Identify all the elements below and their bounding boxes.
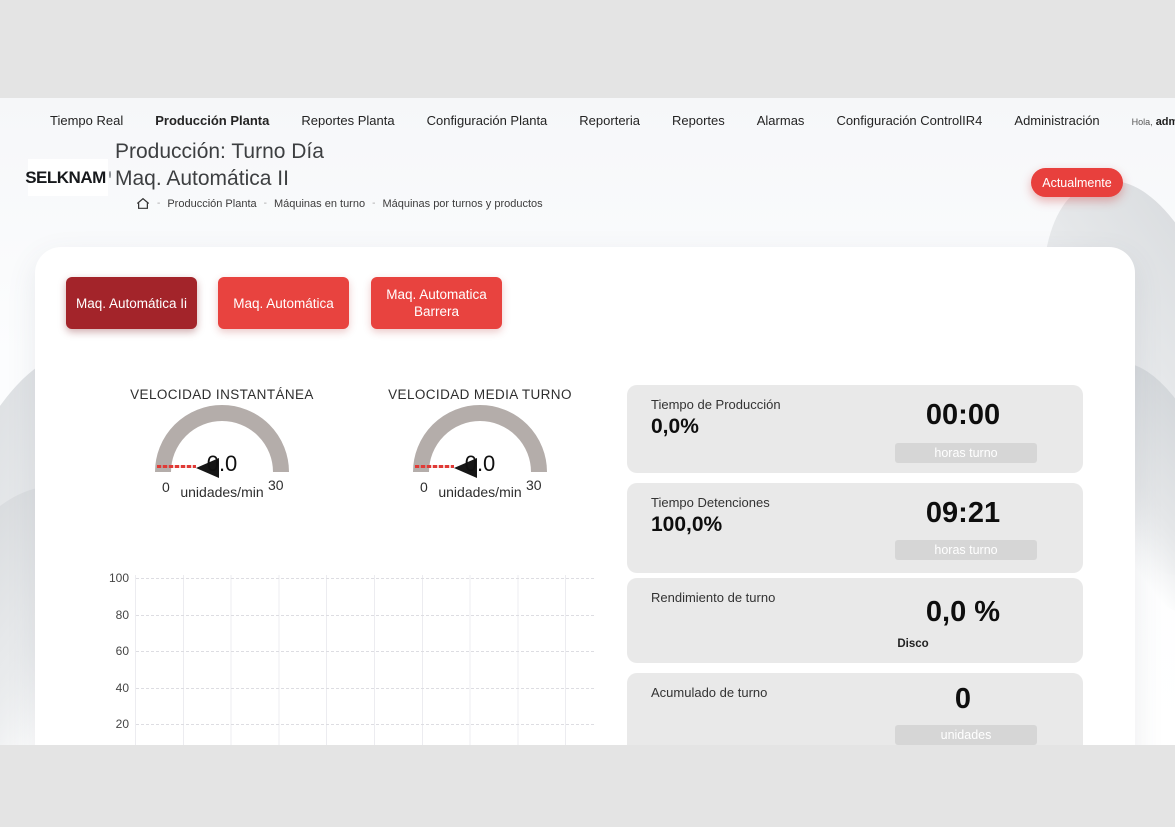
machine-tab-automatica[interactable]: Maq. Automática xyxy=(218,277,349,329)
stat-percent: 100,0% xyxy=(651,513,722,537)
screenshot-stage: Tiempo Real Producción Planta Reportes P… xyxy=(0,0,1175,827)
nav-item-reporteria[interactable]: Reporteria xyxy=(579,113,640,128)
gauge-velocidad-instantanea: VELOCIDAD INSTANTÁNEA 0.0 0 30 unidades/… xyxy=(112,387,332,505)
logo-text: SELKNAM xyxy=(25,168,106,188)
stat-label: Acumulado de turno xyxy=(651,685,767,700)
breadcrumb-produccion-planta[interactable]: Producción Planta xyxy=(167,198,256,210)
stat-sub-label: Disco xyxy=(863,638,963,650)
page-title-line1: Producción: Turno Día xyxy=(115,138,324,165)
chart-ytick-40: 40 xyxy=(93,681,129,695)
stat-card-tiempo-detenciones: Tiempo Detenciones 100,0% 09:21 horas tu… xyxy=(627,483,1083,573)
stat-label: Tiempo de Producción xyxy=(651,397,781,412)
nav-item-configuracion-controlir4[interactable]: Configuración ControlIR4 xyxy=(836,113,982,128)
home-icon[interactable] xyxy=(136,197,150,210)
chart-gridline xyxy=(136,688,594,689)
production-chart-plot-area xyxy=(135,575,594,745)
chart-gridline xyxy=(136,651,594,652)
breadcrumb: - Producción Planta - Máquinas en turno … xyxy=(136,197,543,210)
stat-value: 00:00 xyxy=(863,399,1063,432)
machine-tab-automatica-barrera[interactable]: Maq. Automatica Barrera xyxy=(371,277,502,329)
nav-item-alarmas[interactable]: Alarmas xyxy=(757,113,805,128)
chart-ytick-20: 20 xyxy=(93,717,129,731)
nav-item-produccion-planta[interactable]: Producción Planta xyxy=(155,113,269,128)
breadcrumb-separator: - xyxy=(157,198,160,209)
gauge-value: 0.0 xyxy=(112,451,332,477)
nav-item-tiempo-real[interactable]: Tiempo Real xyxy=(50,113,123,128)
chart-ytick-100: 100 xyxy=(93,571,129,585)
nav-item-reportes[interactable]: Reportes xyxy=(672,113,725,128)
gauge-velocidad-media-turno: VELOCIDAD MEDIA TURNO 0.0 0 30 unidades/… xyxy=(370,387,590,505)
page-title-line2: Maq. Automática II xyxy=(115,165,324,192)
breadcrumb-maquinas-en-turno[interactable]: Máquinas en turno xyxy=(274,198,365,210)
main-content-card: Maq. Automática Ii Maq. Automática Maq. … xyxy=(35,247,1135,745)
stat-card-acumulado-turno: Acumulado de turno 0 unidades xyxy=(627,673,1083,745)
breadcrumb-separator: - xyxy=(372,198,375,209)
chart-gridline xyxy=(136,615,594,616)
gauge-title: VELOCIDAD MEDIA TURNO xyxy=(370,387,590,402)
chart-ytick-80: 80 xyxy=(93,608,129,622)
nav-item-reportes-planta[interactable]: Reportes Planta xyxy=(301,113,394,128)
stat-value: 0,0 % xyxy=(863,596,1063,629)
chart-gridline xyxy=(136,724,594,725)
chart-gridline xyxy=(136,578,594,579)
stat-unit-badge: horas turno xyxy=(895,540,1037,560)
nav-item-administracion[interactable]: Administración xyxy=(1014,113,1099,128)
stat-value: 0 xyxy=(863,683,1063,716)
gauge-value: 0.0 xyxy=(370,451,590,477)
gauge-unit-label: unidades/min xyxy=(400,484,560,500)
gauge-title: VELOCIDAD INSTANTÁNEA xyxy=(112,387,332,402)
logo-mark-icon xyxy=(109,171,111,178)
stat-unit-badge: horas turno xyxy=(895,443,1037,463)
breadcrumb-maquinas-por-turnos[interactable]: Máquinas por turnos y productos xyxy=(382,198,542,210)
stat-unit-badge: unidades xyxy=(895,725,1037,745)
top-navigation: Tiempo Real Producción Planta Reportes P… xyxy=(0,98,1175,142)
user-email: admin@ir4hub.cl xyxy=(1156,116,1175,128)
actualmente-button[interactable]: Actualmente xyxy=(1031,168,1123,197)
stat-card-rendimiento-turno: Rendimiento de turno 0,0 % Disco xyxy=(627,578,1083,663)
stat-label: Rendimiento de turno xyxy=(651,590,775,605)
stat-value: 09:21 xyxy=(863,497,1063,530)
nav-item-configuracion-planta[interactable]: Configuración Planta xyxy=(427,113,548,128)
user-greeting[interactable]: Hola,admin@ir4hub.cl xyxy=(1132,113,1175,128)
gauge-unit-label: unidades/min xyxy=(142,484,302,500)
app-window: Tiempo Real Producción Planta Reportes P… xyxy=(0,98,1175,745)
page-title: Producción: Turno Día Maq. Automática II xyxy=(115,138,324,192)
brand-logo[interactable]: SELKNAM xyxy=(28,159,108,196)
machine-tab-automatica-ii[interactable]: Maq. Automática Ii xyxy=(66,277,197,329)
chart-ytick-60: 60 xyxy=(93,644,129,658)
stat-label: Tiempo Detenciones xyxy=(651,495,770,510)
stat-percent: 0,0% xyxy=(651,415,699,439)
stat-card-tiempo-produccion: Tiempo de Producción 0,0% 00:00 horas tu… xyxy=(627,385,1083,473)
greeting-text: Hola, xyxy=(1132,117,1153,127)
breadcrumb-separator: - xyxy=(264,198,267,209)
